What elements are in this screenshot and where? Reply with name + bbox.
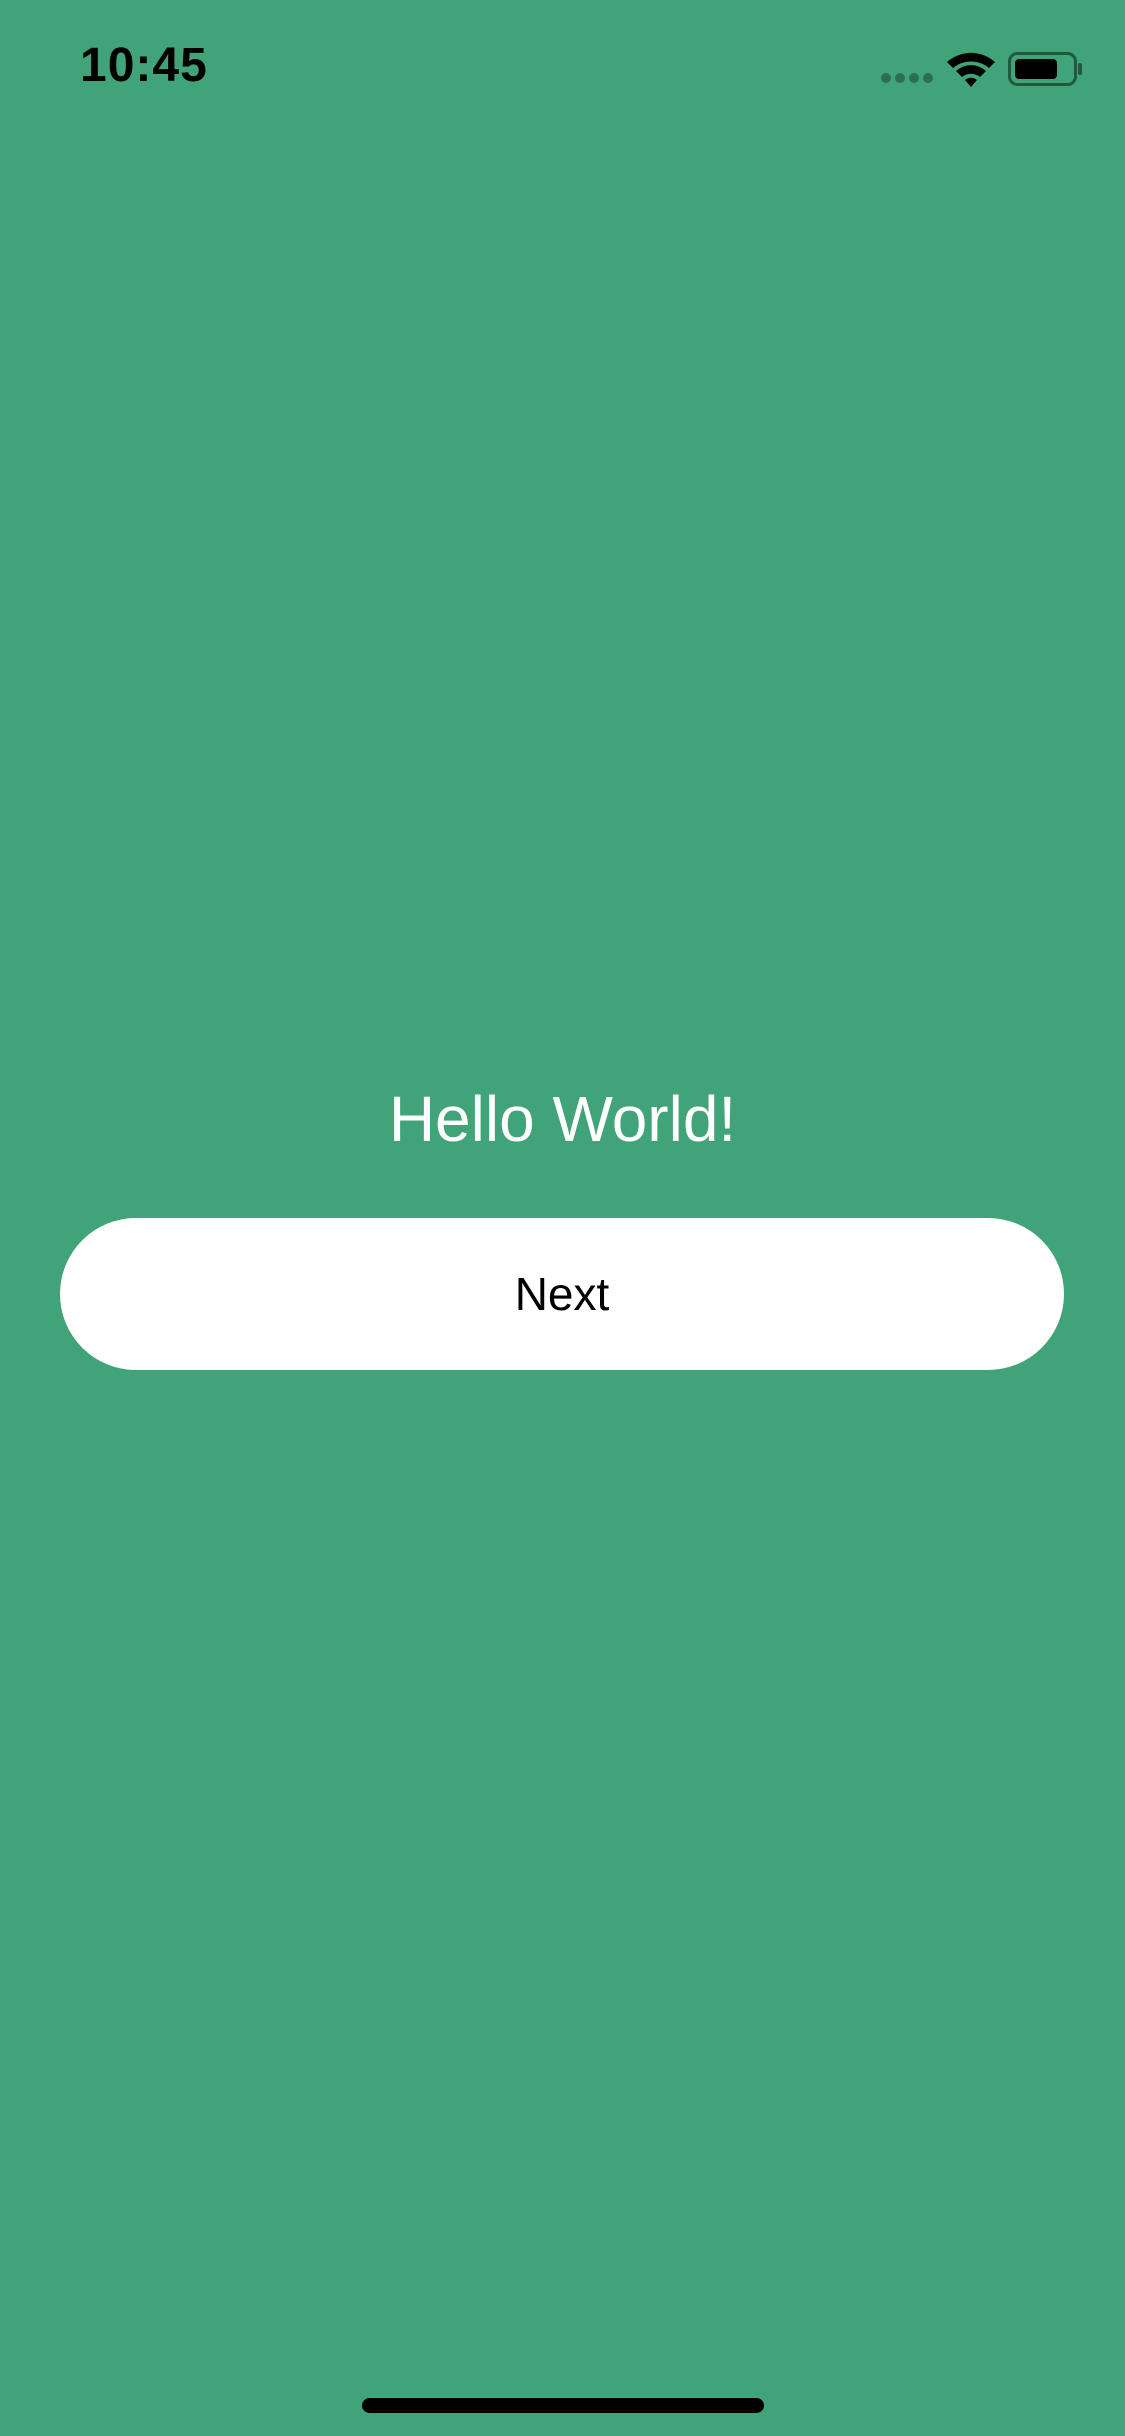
status-time: 10:45 [80,39,208,92]
cellular-signal-icon [881,73,933,83]
wifi-icon [947,52,995,87]
home-indicator[interactable] [362,2398,764,2413]
greeting-text: Hello World! [388,1083,737,1155]
next-button[interactable]: Next [60,1218,1064,1370]
battery-icon [1008,52,1082,86]
status-bar: 10:45 [0,0,1125,132]
next-button-label: Next [514,1268,610,1320]
